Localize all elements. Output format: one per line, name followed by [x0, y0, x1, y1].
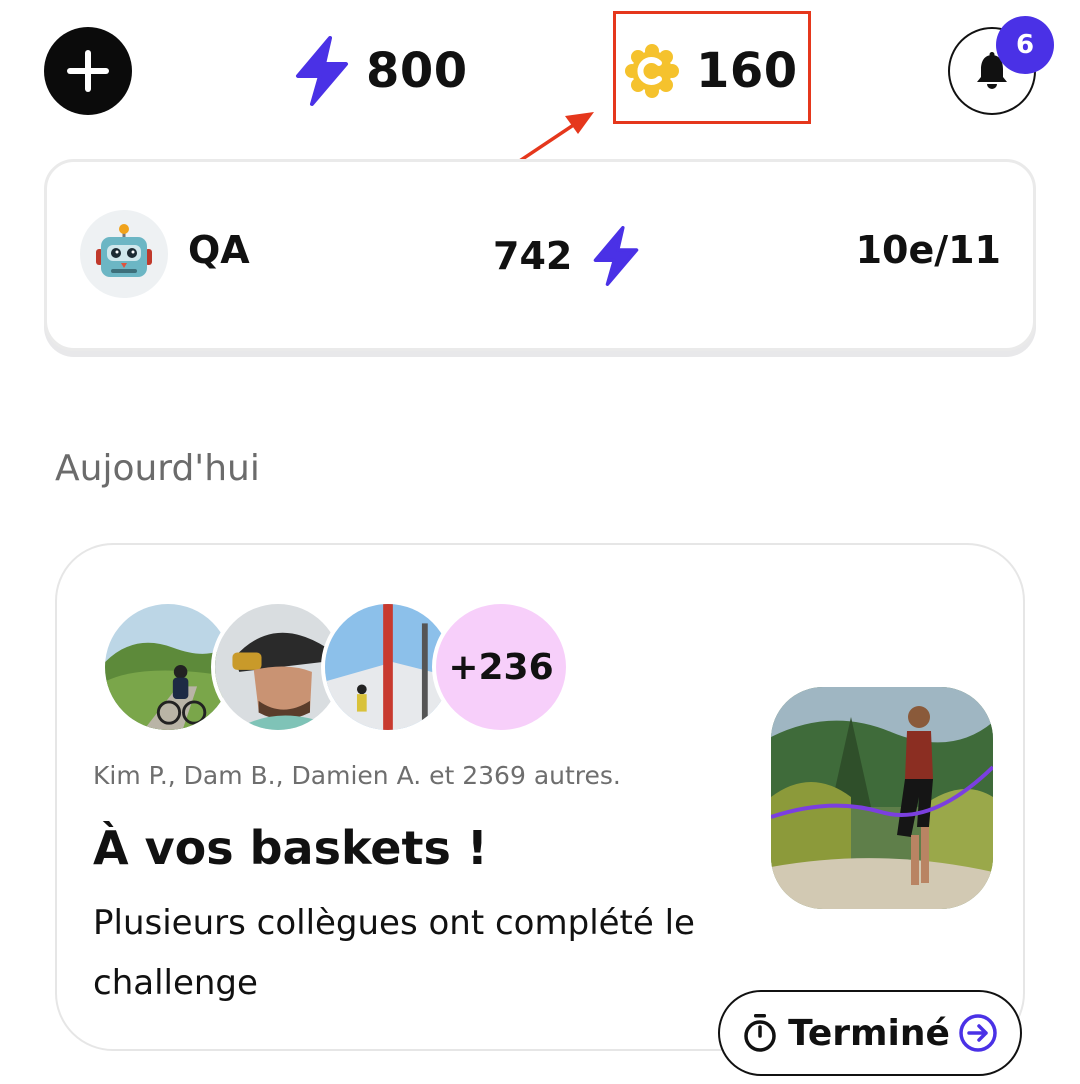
- team-ranking-card[interactable]: QA 742 10e/11: [44, 159, 1036, 351]
- runner-photo: [771, 687, 993, 909]
- notification-count-badge: 6: [996, 16, 1054, 74]
- lightning-bolt-icon: [594, 226, 639, 286]
- participants-text: Kim P., Dam B., Damien A. et 2369 autres…: [93, 761, 621, 790]
- team-name: QA: [188, 228, 250, 272]
- timer-icon: [744, 1014, 776, 1052]
- team-points-value: 742: [493, 234, 573, 278]
- lightning-bolt-icon: [296, 36, 348, 106]
- challenge-image: [771, 687, 993, 909]
- add-button[interactable]: [44, 27, 132, 115]
- challenge-title: À vos baskets !: [93, 821, 488, 875]
- team-points: 742: [493, 226, 642, 286]
- energy-counter[interactable]: 800: [292, 36, 468, 106]
- energy-value: 800: [366, 43, 468, 99]
- section-title-today: Aujourd'hui: [55, 448, 260, 489]
- robot-icon: [96, 224, 152, 277]
- team-avatar: [80, 210, 168, 298]
- annotation-highlight-box: [613, 11, 811, 124]
- challenge-status-label: Terminé: [788, 1012, 950, 1054]
- challenge-description: Plusieurs collègues ont complété le chal…: [93, 903, 695, 1003]
- team-rank: 10e/11: [855, 228, 1001, 272]
- challenge-status-button[interactable]: Terminé: [718, 990, 1022, 1076]
- plus-icon: [67, 50, 109, 92]
- challenge-activity-card[interactable]: +236 Kim P., Dam B., Damien A. et 2369 a…: [55, 543, 1025, 1051]
- more-participants-badge: +236: [432, 600, 570, 734]
- arrow-right-circle-icon: [959, 1014, 997, 1052]
